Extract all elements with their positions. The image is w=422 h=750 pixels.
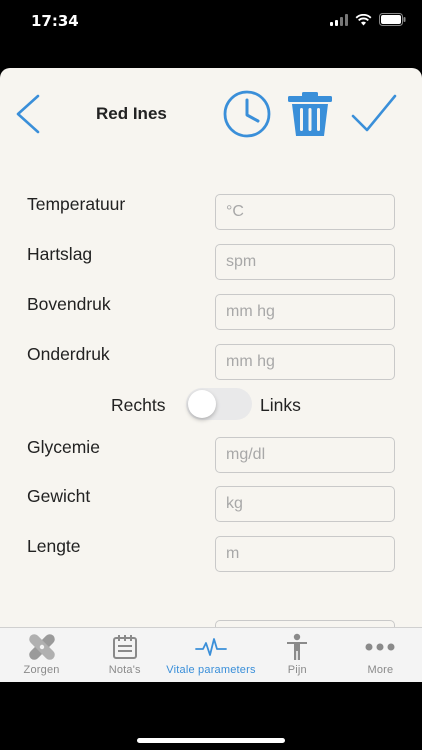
back-chevron-icon — [16, 94, 40, 134]
heart-rate-row: Hartslag — [0, 244, 422, 282]
save-button[interactable] — [350, 92, 398, 136]
height-row: Lengte — [0, 536, 422, 574]
more-icon — [365, 643, 395, 651]
tab-pijn-label: Pijn — [287, 664, 307, 676]
wifi-icon — [355, 13, 372, 25]
temperature-label: Temperatuur — [27, 194, 126, 214]
measurement-side-toggle-row: Rechts Links — [0, 386, 422, 422]
systolic-label: Bovendruk — [27, 294, 111, 314]
history-button[interactable] — [221, 90, 273, 138]
status-time: 17:34 — [31, 12, 79, 30]
measurement-side-toggle[interactable] — [186, 388, 252, 420]
tab-more[interactable]: More — [339, 628, 422, 682]
status-bar: 17:34 — [0, 0, 422, 44]
delete-button[interactable] — [286, 90, 334, 138]
systolic-row: Bovendruk — [0, 294, 422, 332]
nav-bar: Red Ines — [0, 68, 422, 160]
weight-label: Gewicht — [27, 486, 91, 506]
tab-notas-label: Nota's — [108, 664, 141, 676]
tab-zorgen[interactable]: Zorgen — [0, 628, 83, 682]
toggle-right-side-label: Rechts — [111, 395, 166, 415]
weight-input[interactable] — [215, 486, 395, 522]
tab-vitale-parameters-label: Vitale parameters — [166, 664, 256, 676]
diastolic-input[interactable] — [215, 344, 395, 380]
home-indicator — [137, 738, 285, 743]
height-input[interactable] — [215, 536, 395, 572]
heart-rate-input[interactable] — [215, 244, 395, 280]
bandage-icon — [28, 634, 55, 660]
tab-more-label: More — [367, 664, 394, 676]
diastolic-label: Onderdruk — [27, 344, 110, 364]
tab-notas[interactable]: Nota's — [83, 628, 166, 682]
tab-bar: Zorgen Nota's Vitale parameters Pijn Mor… — [0, 627, 422, 682]
back-button[interactable] — [12, 92, 46, 136]
temperature-row: Temperatuur — [0, 194, 422, 232]
vital-parameters-screen: Red Ines Temperatuur °C Hartslag spm Bov… — [0, 68, 422, 682]
notes-icon — [112, 635, 137, 659]
glycemia-input[interactable] — [215, 437, 395, 473]
pulse-icon — [195, 638, 227, 656]
glycemia-row: Glycemie — [0, 437, 422, 475]
toggle-left-side-label: Links — [260, 395, 301, 415]
height-label: Lengte — [27, 536, 81, 556]
person-icon — [287, 633, 308, 660]
tab-pijn[interactable]: Pijn — [256, 628, 339, 682]
tab-zorgen-label: Zorgen — [23, 664, 60, 676]
weight-row: Gewicht — [0, 486, 422, 524]
toggle-knob — [188, 390, 216, 418]
tab-vitale-parameters[interactable]: Vitale parameters — [166, 628, 256, 682]
systolic-input[interactable] — [215, 294, 395, 330]
glycemia-label: Glycemie — [27, 437, 100, 457]
page-title: Red Ines — [96, 104, 167, 123]
trash-icon — [288, 92, 332, 136]
heart-rate-label: Hartslag — [27, 244, 93, 264]
battery-icon — [379, 13, 406, 26]
signal-icon — [330, 13, 348, 26]
diastolic-row: Onderdruk — [0, 344, 422, 382]
clock-icon — [223, 90, 271, 138]
temperature-input[interactable] — [215, 194, 395, 230]
checkmark-icon — [351, 94, 397, 132]
status-icons — [330, 13, 406, 26]
